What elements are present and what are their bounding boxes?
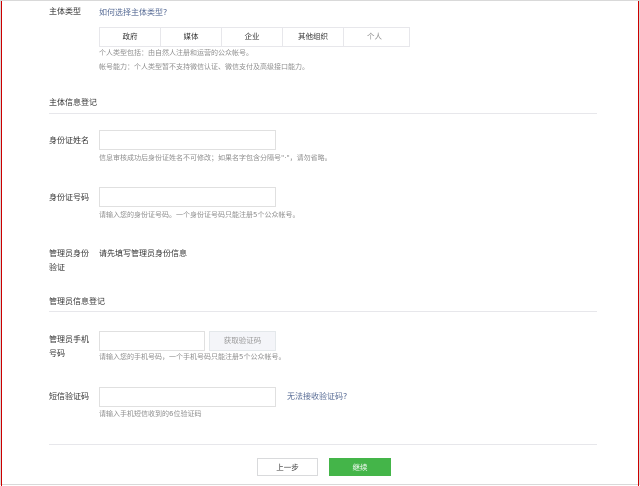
subject-type-help-link[interactable]: 如何选择主体类型? <box>99 7 167 18</box>
admin-verify-label-line1: 管理员身份 <box>49 249 89 258</box>
admin-verify-text: 请先填写管理员身份信息 <box>99 249 187 258</box>
subject-type-option-individual[interactable]: 个人 <box>344 28 405 46</box>
admin-phone-input[interactable] <box>99 331 205 351</box>
sms-code-label: 短信验证码 <box>49 392 89 401</box>
subject-type-label: 主体类型 <box>49 7 81 16</box>
id-number-input[interactable] <box>99 187 276 207</box>
id-name-tip: 信息审核成功后身份证姓名不可修改；如果名字包含分隔号"·"，请勿省略。 <box>99 154 332 162</box>
subject-type-option-enterprise[interactable]: 企业 <box>222 28 283 46</box>
sms-code-help-link[interactable]: 无法接收验证码? <box>287 391 347 402</box>
sms-code-tip: 请输入手机短信收到的6位验证码 <box>99 410 202 418</box>
sms-code-input[interactable] <box>99 387 276 407</box>
admin-phone-label-line2: 号码 <box>49 349 65 358</box>
subject-type-note-1: 个人类型包括：由自然人注册和运营的公众帐号。 <box>99 49 253 57</box>
right-edge <box>638 1 639 486</box>
divider <box>49 311 597 312</box>
continue-button[interactable]: 继续 <box>329 458 391 476</box>
get-code-button[interactable]: 获取验证码 <box>209 331 276 351</box>
divider <box>49 113 597 114</box>
admin-info-section-title: 管理员信息登记 <box>49 297 105 306</box>
subject-type-option-other-org[interactable]: 其他组织 <box>283 28 344 46</box>
subject-info-section-title: 主体信息登记 <box>49 98 97 107</box>
admin-verify-label-line2: 验证 <box>49 263 65 272</box>
left-edge <box>1 1 2 486</box>
id-number-tip: 请输入您的身份证号码。一个身份证号码只能注册5个公众帐号。 <box>99 211 300 219</box>
id-number-label: 身份证号码 <box>49 193 89 202</box>
subject-type-note-2: 帐号能力：个人类型暂不支持微信认证、微信支付及高级接口能力。 <box>99 63 309 71</box>
divider <box>49 444 597 445</box>
id-name-input[interactable] <box>99 130 276 150</box>
subject-type-selector: 政府 媒体 企业 其他组织 个人 <box>99 27 410 47</box>
admin-phone-label-line1: 管理员手机 <box>49 335 89 344</box>
id-name-label: 身份证姓名 <box>49 136 89 145</box>
subject-type-option-media[interactable]: 媒体 <box>161 28 222 46</box>
prev-step-button[interactable]: 上一步 <box>257 458 318 476</box>
subject-type-option-government[interactable]: 政府 <box>100 28 161 46</box>
admin-phone-tip: 请输入您的手机号码，一个手机号码只能注册5个公众帐号。 <box>99 353 286 361</box>
